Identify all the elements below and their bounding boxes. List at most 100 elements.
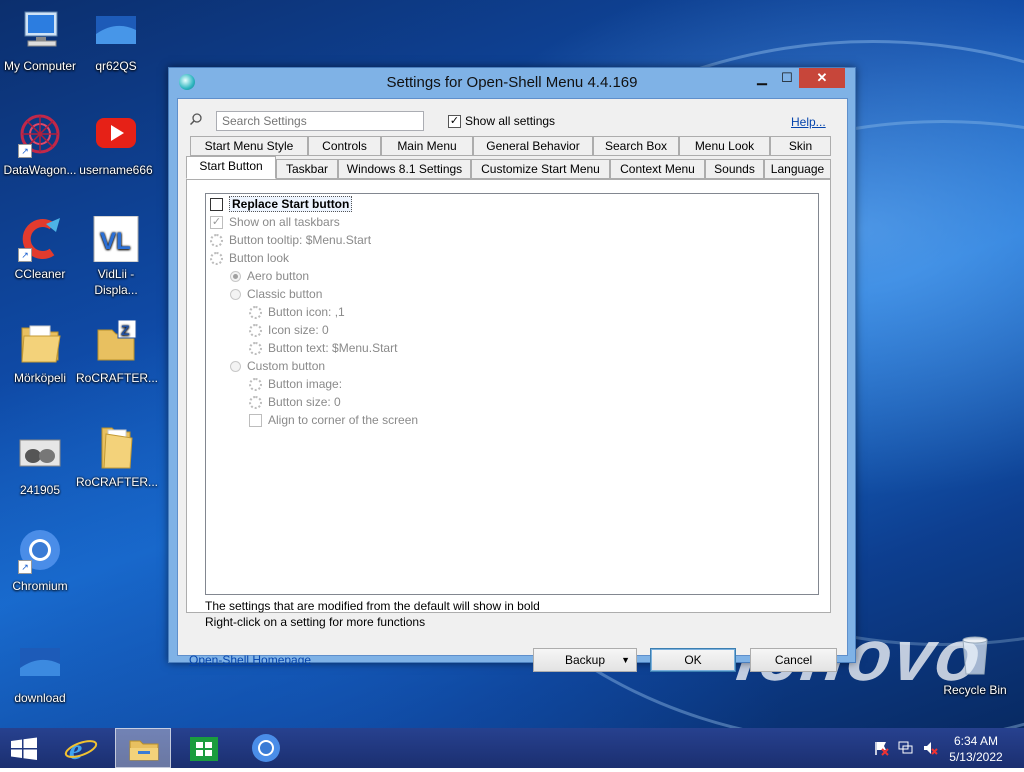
checkbox-checked-icon[interactable]: ✓ — [448, 114, 461, 128]
desktop-icon-datawagon[interactable]: ↗ DataWagon... — [0, 112, 80, 178]
windows-logo-icon — [11, 737, 37, 760]
start-button[interactable] — [0, 728, 48, 768]
gear-icon — [210, 233, 223, 247]
help-link[interactable]: Help... — [791, 115, 826, 129]
desktop-icon-vidlii[interactable]: VL VidLii - Displa... — [76, 215, 156, 298]
tab-taskbar[interactable]: Taskbar — [276, 159, 338, 179]
desktop-icon-label: DataWagon... — [3, 163, 77, 177]
settings-tree[interactable]: Replace Start button ✓ Show on all taskb… — [205, 193, 819, 595]
desktop-icon-ccleaner[interactable]: ↗ CCleaner — [0, 216, 80, 282]
desktop-icon-recycle-bin[interactable]: Recycle Bin — [935, 632, 1015, 698]
setting-button-image[interactable]: Button image: — [249, 375, 342, 393]
desktop-icon-chromium[interactable]: ↗ Chromium — [0, 528, 80, 594]
setting-aero-button[interactable]: Aero button — [230, 267, 309, 285]
setting-show-on-all-taskbars[interactable]: ✓ Show on all taskbars — [210, 213, 340, 231]
youtube-icon — [92, 112, 140, 158]
title-bar[interactable]: Settings for Open-Shell Menu 4.4.169 ▁ ☐… — [169, 68, 855, 96]
desktop-icon-download[interactable]: download — [0, 640, 80, 706]
clock[interactable]: 6:34 AM 5/13/2022 — [936, 733, 1016, 765]
desktop-icon-rocrafter-folder[interactable]: RoCRAFTER... — [76, 424, 159, 490]
setting-custom-button[interactable]: Custom button — [230, 357, 325, 375]
setting-button-tooltip[interactable]: Button tooltip: $Menu.Start — [210, 231, 371, 249]
checkbox-checked-icon: ✓ — [210, 215, 223, 229]
tab-context-menu[interactable]: Context Menu — [610, 159, 705, 179]
desktop-icon-241905[interactable]: 241905 — [0, 432, 80, 498]
tab-search-box[interactable]: Search Box — [593, 136, 679, 156]
image-thumbnail-icon — [92, 8, 140, 54]
shortcut-arrow-icon: ↗ — [18, 144, 32, 158]
clock-time: 6:34 AM — [953, 734, 999, 748]
setting-icon-size[interactable]: Icon size: 0 — [249, 321, 329, 339]
ccleaner-icon: ↗ — [16, 216, 64, 262]
chromium-icon — [252, 734, 280, 762]
taskbar-internet-explorer[interactable]: e — [54, 728, 110, 768]
gear-icon — [210, 251, 223, 265]
setting-button-look[interactable]: Button look — [210, 249, 289, 267]
gear-icon — [249, 305, 262, 319]
bold-settings-note: The settings that are modified from the … — [205, 599, 540, 613]
setting-replace-start-button[interactable]: Replace Start button — [210, 195, 353, 213]
svg-text:VL: VL — [100, 228, 131, 255]
vidlii-icon: VL — [92, 215, 140, 263]
setting-align-to-corner[interactable]: Align to corner of the screen — [249, 411, 418, 429]
tab-start-button[interactable]: Start Button — [186, 156, 276, 179]
svg-text:Z: Z — [121, 322, 130, 338]
setting-button-icon[interactable]: Button icon: ,1 — [249, 303, 345, 321]
open-shell-homepage-link[interactable]: Open-Shell Homepage — [189, 653, 311, 667]
settings-dialog: Settings for Open-Shell Menu 4.4.169 ▁ ☐… — [168, 67, 856, 672]
checkbox-unchecked-icon[interactable] — [210, 197, 223, 211]
desktop-icon-label: Mörköpeli — [13, 371, 67, 385]
backup-button[interactable]: Backup ▼ — [533, 648, 637, 672]
tab-skin[interactable]: Skin — [770, 136, 831, 156]
desktop-icon-label: Chromium — [12, 579, 68, 593]
tab-start-menu-style[interactable]: Start Menu Style — [190, 136, 308, 156]
checkbox-unchecked-icon — [249, 413, 262, 427]
tab-windows-81-settings[interactable]: Windows 8.1 Settings — [338, 159, 471, 179]
network-icon[interactable] — [898, 740, 914, 756]
cancel-button[interactable]: Cancel — [750, 648, 837, 672]
taskbar-file-explorer[interactable] — [115, 728, 171, 768]
desktop-icon-label: RoCRAFTER... — [76, 371, 159, 385]
desktop-icon-label: RoCRAFTER... — [76, 475, 159, 489]
radio-unselected-icon — [230, 360, 241, 372]
right-click-note: Right-click on a setting for more functi… — [205, 615, 426, 629]
setting-button-size[interactable]: Button size: 0 — [249, 393, 341, 411]
tab-controls[interactable]: Controls — [308, 136, 381, 156]
gear-icon — [249, 341, 262, 355]
close-icon: ✕ — [816, 70, 828, 85]
desktop-icon-rocrafter-zip[interactable]: Z RoCRAFTER... — [76, 319, 159, 386]
action-center-flag-icon[interactable] — [873, 740, 889, 756]
dropdown-arrow-icon: ▼ — [621, 655, 630, 665]
close-button[interactable]: ✕ — [799, 68, 845, 88]
taskbar-store[interactable] — [176, 728, 232, 768]
tab-sounds[interactable]: Sounds — [705, 159, 764, 179]
ok-button[interactable]: OK — [650, 648, 736, 672]
gear-icon — [249, 395, 262, 409]
desktop-icon-qr62qs[interactable]: qr62QS — [76, 8, 156, 74]
maximize-button[interactable]: ☐ — [775, 68, 799, 88]
setting-classic-button[interactable]: Classic button — [230, 285, 322, 303]
file-explorer-icon — [129, 740, 159, 761]
setting-button-text[interactable]: Button text: $Menu.Start — [249, 339, 397, 357]
internet-explorer-icon: e — [64, 733, 98, 766]
gear-icon — [249, 377, 262, 391]
search-settings-input[interactable] — [216, 111, 424, 131]
radio-unselected-icon — [230, 288, 241, 300]
taskbar-chromium[interactable] — [238, 728, 294, 768]
tab-menu-look[interactable]: Menu Look — [679, 136, 770, 156]
tab-main-menu[interactable]: Main Menu — [381, 136, 473, 156]
desktop-icon-label: My Computer — [3, 59, 77, 73]
tab-customize-start-menu[interactable]: Customize Start Menu — [471, 159, 610, 179]
minimize-button[interactable]: ▁ — [749, 68, 775, 88]
desktop-icon-username666[interactable]: username666 — [76, 112, 156, 178]
desktop-icon-my-computer[interactable]: My Computer — [0, 8, 80, 74]
desktop-icon-label: 241905 — [19, 483, 61, 497]
desktop-icon-morkopeli[interactable]: Mörköpeli — [0, 320, 80, 386]
search-icon — [190, 113, 202, 125]
tab-language[interactable]: Language — [764, 159, 831, 179]
show-all-settings-checkbox[interactable]: ✓ Show all settings — [448, 114, 555, 128]
image-thumbnail-icon — [16, 640, 64, 686]
show-all-settings-label: Show all settings — [465, 114, 556, 128]
tab-general-behavior[interactable]: General Behavior — [473, 136, 593, 156]
radio-selected-icon — [230, 270, 241, 282]
